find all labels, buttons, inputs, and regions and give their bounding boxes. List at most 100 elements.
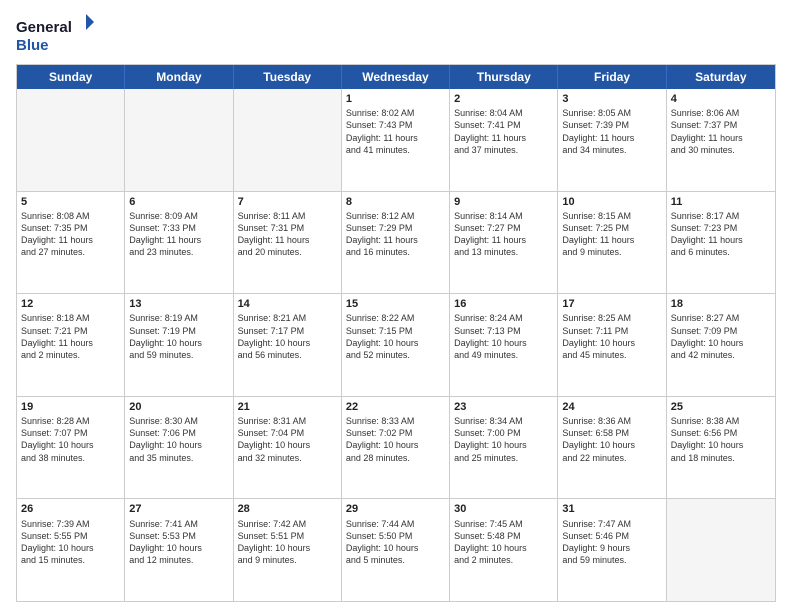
day-cell: 8Sunrise: 8:12 AMSunset: 7:29 PMDaylight…	[342, 192, 450, 294]
day-info: Sunrise: 8:21 AMSunset: 7:17 PMDaylight:…	[238, 312, 337, 361]
day-number: 15	[346, 297, 445, 311]
day-number: 8	[346, 195, 445, 209]
day-info: Sunrise: 8:14 AMSunset: 7:27 PMDaylight:…	[454, 210, 553, 259]
day-number: 18	[671, 297, 771, 311]
day-info: Sunrise: 8:11 AMSunset: 7:31 PMDaylight:…	[238, 210, 337, 259]
day-cell: 26 Sunrise: 7:39 AMSunset: 5:55 PMDayligh…	[17, 499, 125, 601]
calendar: SundayMondayTuesdayWednesdayThursdayFrid…	[16, 64, 776, 602]
day-info: Sunrise: 8:18 AMSunset: 7:21 PMDaylight:…	[21, 312, 120, 361]
day-cell: 5Sunrise: 8:08 AMSunset: 7:35 PMDaylight…	[17, 192, 125, 294]
day-info: Sunrise: 8:17 AMSunset: 7:23 PMDaylight:…	[671, 210, 771, 259]
day-cell: 23Sunrise: 8:34 AMSunset: 7:00 PMDayligh…	[450, 397, 558, 499]
day-info: Sunrise: 8:15 AMSunset: 7:25 PMDaylight:…	[562, 210, 661, 259]
day-header-sunday: Sunday	[17, 65, 125, 89]
svg-text:General: General	[16, 19, 72, 36]
day-number: 24	[562, 400, 661, 414]
day-info: Sunrise: 8:36 AMSunset: 6:58 PMDaylight:…	[562, 415, 661, 464]
day-cell: 29 Sunrise: 7:44 AMSunset: 5:50 PMDayligh…	[342, 499, 450, 601]
day-number: 30	[454, 502, 553, 516]
day-number: 11	[671, 195, 771, 209]
day-info: Sunrise: 8:09 AMSunset: 7:33 PMDaylight:…	[129, 210, 228, 259]
logo-icon: General Blue	[16, 12, 96, 56]
week-5: 26 Sunrise: 7:39 AMSunset: 5:55 PMDayligh…	[17, 498, 775, 601]
page: General Blue SundayMondayTuesdayWednesda…	[0, 0, 792, 612]
day-cell: 18Sunrise: 8:27 AMSunset: 7:09 PMDayligh…	[667, 294, 775, 396]
day-header-friday: Friday	[558, 65, 666, 89]
day-cell: 20Sunrise: 8:30 AMSunset: 7:06 PMDayligh…	[125, 397, 233, 499]
day-number: 2	[454, 92, 553, 106]
day-number: 3	[562, 92, 661, 106]
week-2: 5Sunrise: 8:08 AMSunset: 7:35 PMDaylight…	[17, 191, 775, 294]
day-info: Sunrise: 8:12 AMSunset: 7:29 PMDaylight:…	[346, 210, 445, 259]
day-info: Sunrise: 8:19 AMSunset: 7:19 PMDaylight:…	[129, 312, 228, 361]
day-info: Sunrise: 8:02 AMSunset: 7:43 PMDaylight:…	[346, 107, 445, 156]
day-info: Sunrise: 8:04 AMSunset: 7:41 PMDaylight:…	[454, 107, 553, 156]
day-number: 25	[671, 400, 771, 414]
day-cell	[234, 89, 342, 191]
day-info: Sunrise: 8:38 AMSunset: 6:56 PMDaylight:…	[671, 415, 771, 464]
week-4: 19Sunrise: 8:28 AMSunset: 7:07 PMDayligh…	[17, 396, 775, 499]
day-info: Sunrise: 8:30 AMSunset: 7:06 PMDaylight:…	[129, 415, 228, 464]
svg-text:Blue: Blue	[16, 37, 49, 54]
day-number: 27	[129, 502, 228, 516]
day-number: 23	[454, 400, 553, 414]
day-info: Sunrise: 8:05 AMSunset: 7:39 PMDaylight:…	[562, 107, 661, 156]
day-cell: 13Sunrise: 8:19 AMSunset: 7:19 PMDayligh…	[125, 294, 233, 396]
day-cell: 4Sunrise: 8:06 AMSunset: 7:37 PMDaylight…	[667, 89, 775, 191]
day-number: 19	[21, 400, 120, 414]
week-3: 12Sunrise: 8:18 AMSunset: 7:21 PMDayligh…	[17, 293, 775, 396]
day-info: Sunrise: 7:47 AMSunset: 5:46 PMDaylight:…	[562, 518, 661, 567]
day-header-thursday: Thursday	[450, 65, 558, 89]
day-cell: 10Sunrise: 8:15 AMSunset: 7:25 PMDayligh…	[558, 192, 666, 294]
day-cell: 31Sunrise: 7:47 AMSunset: 5:46 PMDayligh…	[558, 499, 666, 601]
day-number: 21	[238, 400, 337, 414]
day-cell	[125, 89, 233, 191]
day-header-wednesday: Wednesday	[342, 65, 450, 89]
day-number: 4	[671, 92, 771, 106]
day-number: 6	[129, 195, 228, 209]
day-info: Sunrise: 7:45 AMSunset: 5:48 PMDaylight:…	[454, 518, 553, 567]
day-headers: SundayMondayTuesdayWednesdayThursdayFrid…	[17, 65, 775, 89]
day-info: Sunrise: 7:44 AMSunset: 5:50 PMDaylight:…	[346, 518, 445, 567]
day-header-monday: Monday	[125, 65, 233, 89]
day-cell: 27 Sunrise: 7:41 AMSunset: 5:53 PMDayligh…	[125, 499, 233, 601]
day-cell: 12Sunrise: 8:18 AMSunset: 7:21 PMDayligh…	[17, 294, 125, 396]
day-cell: 19Sunrise: 8:28 AMSunset: 7:07 PMDayligh…	[17, 397, 125, 499]
day-cell: 9Sunrise: 8:14 AMSunset: 7:27 PMDaylight…	[450, 192, 558, 294]
day-info: Sunrise: 8:08 AMSunset: 7:35 PMDaylight:…	[21, 210, 120, 259]
day-cell	[667, 499, 775, 601]
day-header-tuesday: Tuesday	[234, 65, 342, 89]
day-info: Sunrise: 7:39 AMSunset: 5:55 PMDaylight:…	[21, 518, 120, 567]
day-number: 7	[238, 195, 337, 209]
day-cell: 22Sunrise: 8:33 AMSunset: 7:02 PMDayligh…	[342, 397, 450, 499]
day-number: 20	[129, 400, 228, 414]
day-number: 14	[238, 297, 337, 311]
day-cell: 7Sunrise: 8:11 AMSunset: 7:31 PMDaylight…	[234, 192, 342, 294]
week-1: 1Sunrise: 8:02 AMSunset: 7:43 PMDaylight…	[17, 89, 775, 191]
header: General Blue	[16, 12, 776, 56]
logo: General Blue	[16, 12, 96, 56]
day-cell: 17Sunrise: 8:25 AMSunset: 7:11 PMDayligh…	[558, 294, 666, 396]
day-number: 1	[346, 92, 445, 106]
day-number: 5	[21, 195, 120, 209]
day-cell: 16Sunrise: 8:24 AMSunset: 7:13 PMDayligh…	[450, 294, 558, 396]
day-cell: 11Sunrise: 8:17 AMSunset: 7:23 PMDayligh…	[667, 192, 775, 294]
day-number: 26	[21, 502, 120, 516]
day-info: Sunrise: 7:41 AMSunset: 5:53 PMDaylight:…	[129, 518, 228, 567]
day-cell: 15Sunrise: 8:22 AMSunset: 7:15 PMDayligh…	[342, 294, 450, 396]
day-cell: 14Sunrise: 8:21 AMSunset: 7:17 PMDayligh…	[234, 294, 342, 396]
day-number: 10	[562, 195, 661, 209]
day-info: Sunrise: 8:27 AMSunset: 7:09 PMDaylight:…	[671, 312, 771, 361]
day-info: Sunrise: 8:31 AMSunset: 7:04 PMDaylight:…	[238, 415, 337, 464]
weeks: 1Sunrise: 8:02 AMSunset: 7:43 PMDaylight…	[17, 89, 775, 601]
day-cell: 30 Sunrise: 7:45 AMSunset: 5:48 PMDayligh…	[450, 499, 558, 601]
day-cell: 25Sunrise: 8:38 AMSunset: 6:56 PMDayligh…	[667, 397, 775, 499]
day-info: Sunrise: 8:34 AMSunset: 7:00 PMDaylight:…	[454, 415, 553, 464]
day-number: 29	[346, 502, 445, 516]
day-cell: 21Sunrise: 8:31 AMSunset: 7:04 PMDayligh…	[234, 397, 342, 499]
day-cell	[17, 89, 125, 191]
day-number: 16	[454, 297, 553, 311]
day-info: Sunrise: 8:24 AMSunset: 7:13 PMDaylight:…	[454, 312, 553, 361]
day-number: 28	[238, 502, 337, 516]
day-cell: 24Sunrise: 8:36 AMSunset: 6:58 PMDayligh…	[558, 397, 666, 499]
